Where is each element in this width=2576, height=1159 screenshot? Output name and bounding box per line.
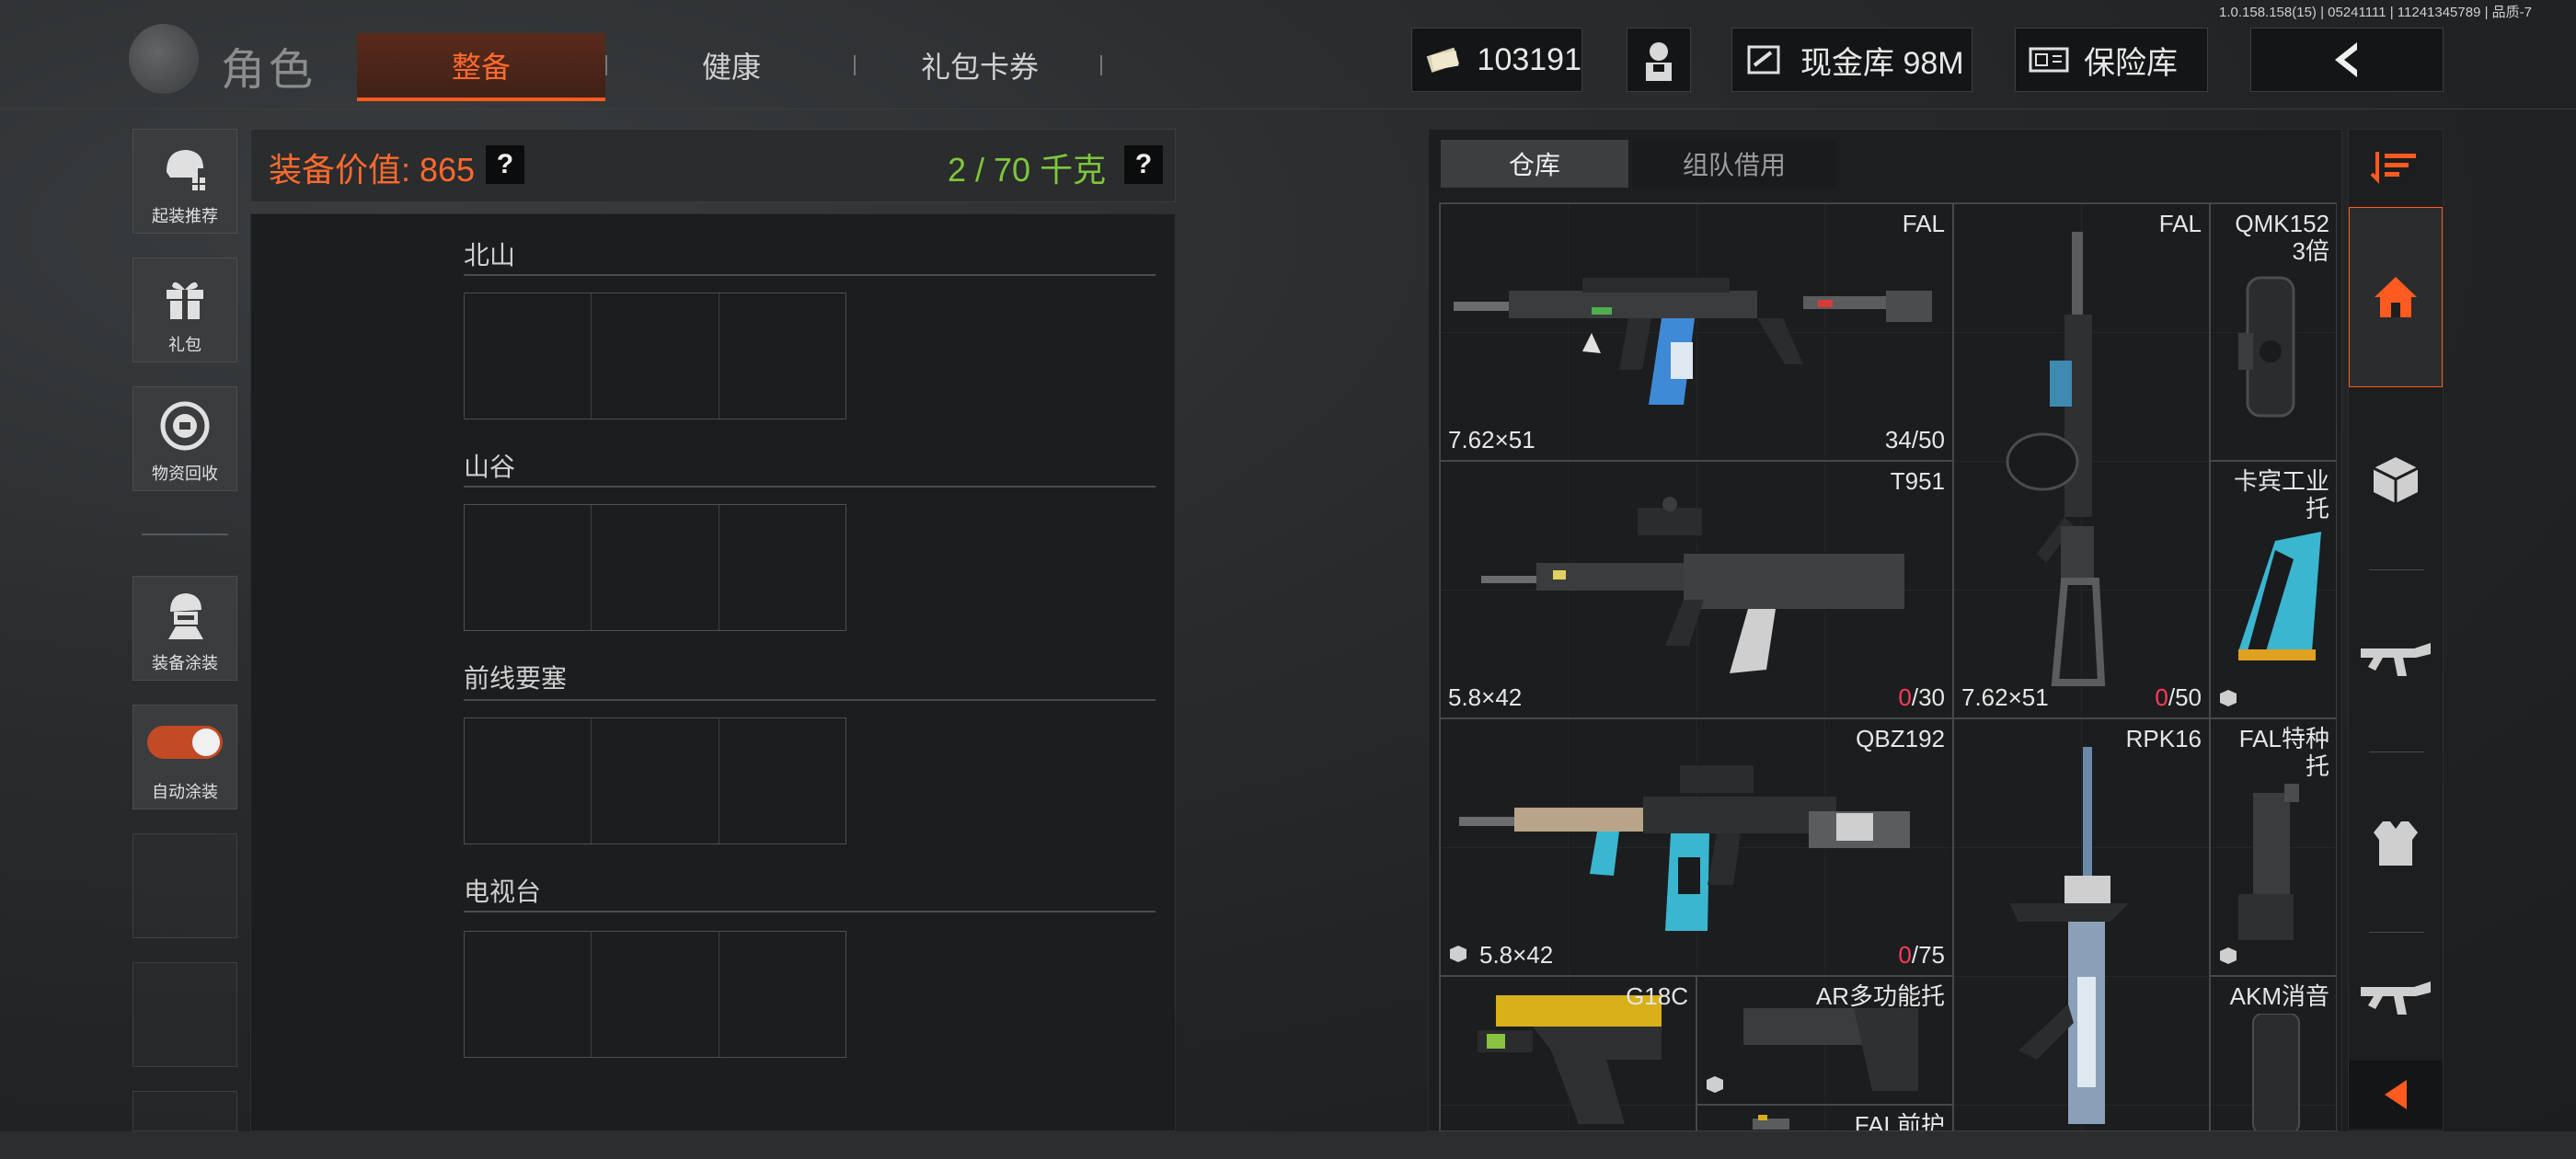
collapse-button[interactable] xyxy=(2349,1061,2443,1129)
map-slot-grid[interactable] xyxy=(464,931,846,1058)
container-box-icon xyxy=(2220,947,2237,964)
trader-avatar-icon xyxy=(1646,42,1672,81)
handguard-icon xyxy=(1753,1115,1789,1130)
tab-health[interactable]: 健康 xyxy=(626,33,837,98)
box-icon xyxy=(2373,457,2419,503)
rifle-icon xyxy=(2361,981,2431,1015)
inventory-item[interactable]: 5.8×42 QBZ192 0/75 xyxy=(1440,718,1953,976)
safe-icon xyxy=(2029,47,2069,73)
inventory-item[interactable]: FAL 7.62×51 34/50 xyxy=(1440,203,1953,461)
inventory-item[interactable]: AR多功能托 xyxy=(1696,976,1953,1105)
home-icon xyxy=(2375,277,2417,317)
bottom-strip xyxy=(0,1131,2576,1159)
tab-separator xyxy=(854,55,856,75)
inventory-grid: FAL 7.62×51 34/50 FAL 7.62×51 0/50 QMK15… xyxy=(1439,202,2337,1131)
inventory-item[interactable]: FAL 7.62×51 0/50 xyxy=(1953,203,2210,718)
tab-separator xyxy=(605,55,607,75)
container-box-icon xyxy=(1450,946,1466,962)
suppressor-icon xyxy=(2252,1014,2300,1130)
stock-icon xyxy=(2238,532,2321,660)
sidebar-item-gift[interactable]: 礼包 xyxy=(132,258,237,362)
rifle-vertical-icon xyxy=(2006,232,2106,686)
category-all[interactable] xyxy=(2349,207,2443,387)
rifle-icon xyxy=(1459,765,1910,931)
category-armor[interactable] xyxy=(2349,753,2443,934)
sidebar-item-auto-paint[interactable]: 自动涂装 xyxy=(132,705,237,809)
tab-gift-cards[interactable]: 礼包卡券 xyxy=(874,33,1086,98)
sidebar-item-recycle[interactable]: 物资回收 xyxy=(132,386,237,491)
vest-icon xyxy=(2374,821,2418,866)
tab-warehouse[interactable]: 仓库 xyxy=(1441,140,1628,188)
rifle-icon xyxy=(2361,643,2431,676)
toggle-knob xyxy=(192,729,220,756)
map-section-title: 前线要塞 xyxy=(464,664,568,693)
version-text: 1.0.158.158(15) | 05241111 | 11241345789… xyxy=(2219,5,2532,20)
cash-icon xyxy=(1426,47,1460,73)
vault-card-icon xyxy=(1747,45,1780,75)
sort-button[interactable] xyxy=(2349,130,2443,203)
globe-logo-icon xyxy=(129,24,199,94)
section-divider xyxy=(464,911,1156,912)
map-slot-grid[interactable] xyxy=(464,293,846,419)
container-box-icon xyxy=(1707,1076,1723,1093)
sidebar-empty-slot xyxy=(132,1091,237,1131)
page-title: 角色 xyxy=(221,46,317,95)
scope-icon xyxy=(2238,276,2295,418)
inventory-item[interactable]: QMK152 3倍 xyxy=(2210,203,2336,461)
map-section-title: 电视台 xyxy=(464,878,542,906)
inventory-item[interactable]: G18C xyxy=(1440,976,1696,1130)
trader-button[interactable] xyxy=(1627,28,1691,92)
cash-vault-button[interactable]: 现金库 98M xyxy=(1731,28,1972,92)
soldier-paint-icon xyxy=(168,593,203,639)
map-slot-grid[interactable] xyxy=(464,717,846,844)
tab-team-borrow[interactable]: 组队借用 xyxy=(1632,140,1836,188)
inventory-item[interactable]: AKM消音 xyxy=(2210,976,2336,1130)
tab-equip[interactable]: 整备 xyxy=(357,33,605,101)
helmet-grid-icon xyxy=(167,150,205,190)
section-divider xyxy=(464,486,1156,488)
category-containers[interactable] xyxy=(2349,389,2443,569)
category-divider xyxy=(2369,569,2424,570)
chevron-left-icon xyxy=(2335,42,2357,77)
stock-icon xyxy=(2238,784,2299,940)
auto-paint-toggle[interactable] xyxy=(147,726,223,759)
map-section-title: 北山 xyxy=(464,241,516,270)
rifle-vertical-icon xyxy=(2009,747,2129,1124)
inventory-item[interactable]: RPK16 xyxy=(1953,718,2210,1130)
inventory-item[interactable]: T951 5.8×42 0/30 xyxy=(1440,461,1953,718)
safe-vault-button[interactable]: 保险库 xyxy=(2015,28,2208,92)
sort-filter-icon xyxy=(2370,152,2416,184)
container-box-icon xyxy=(2220,690,2237,706)
sidebar-empty-slot xyxy=(132,962,237,1067)
gift-icon xyxy=(167,281,203,319)
rifle-icon xyxy=(1454,278,1932,405)
sidebar-item-equipment-paint[interactable]: 装备涂装 xyxy=(132,576,237,681)
section-divider xyxy=(464,274,1156,276)
recycle-icon xyxy=(160,401,210,451)
sidebar-empty-slot xyxy=(132,833,237,938)
currency-display[interactable]: 103191 xyxy=(1411,28,1582,92)
equipment-value: 装备价值: 865 xyxy=(269,151,476,189)
section-divider xyxy=(464,699,1156,701)
map-section-title: 山谷 xyxy=(464,453,516,481)
back-button[interactable] xyxy=(2250,28,2444,92)
inventory-item[interactable]: FAL特种 托 xyxy=(2210,718,2336,976)
sidebar-divider xyxy=(142,534,228,535)
category-rifles[interactable] xyxy=(2349,571,2443,752)
chevron-left-icon xyxy=(2385,1080,2407,1109)
value-help-button[interactable]: ? xyxy=(486,145,524,184)
inventory-item[interactable]: 卡宾工业托 xyxy=(2210,461,2336,718)
tab-separator xyxy=(1100,55,1102,75)
inventory-item[interactable]: FAL前护 xyxy=(1696,1105,1953,1130)
category-bar xyxy=(2348,129,2444,1131)
sidebar-item-loadout-recommend[interactable]: 起装推荐 xyxy=(132,129,237,234)
weight-help-button[interactable]: ? xyxy=(1124,145,1163,184)
category-rifles-alt[interactable] xyxy=(2349,935,2443,1064)
carry-weight: 2 / 70 千克 xyxy=(948,151,1107,189)
map-slot-grid[interactable] xyxy=(464,504,846,631)
rifle-icon xyxy=(1481,497,1904,673)
